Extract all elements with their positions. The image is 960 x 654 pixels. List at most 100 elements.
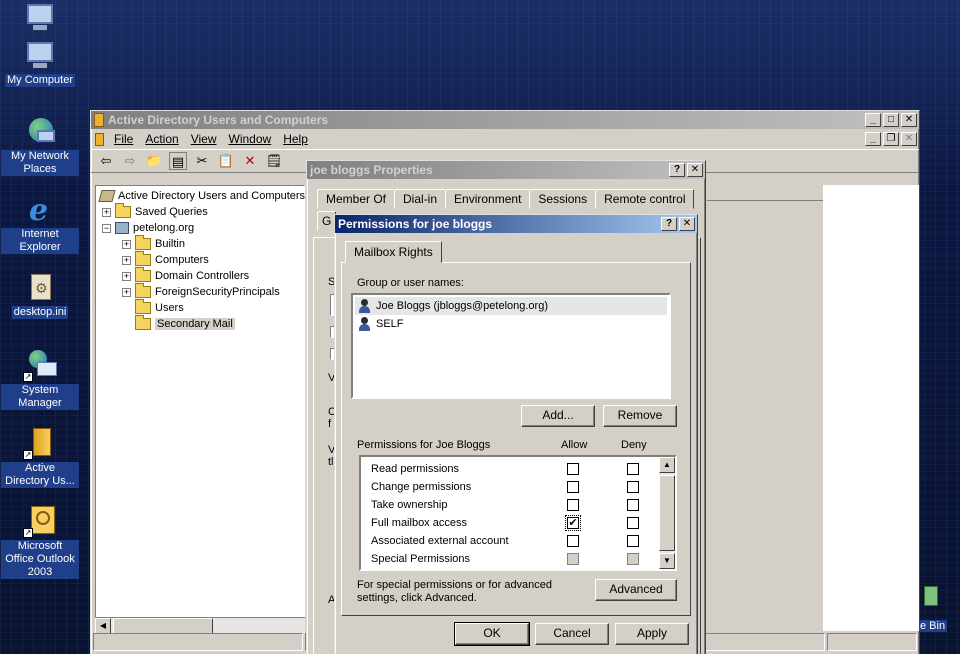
tree-horizontal-scrollbar[interactable]: ◀ [95,617,305,634]
tab-remote-control[interactable]: Remote control [595,189,695,209]
scroll-thumb[interactable] [113,618,213,634]
user-list[interactable]: Joe Bloggs (jbloggs@petelong.org) SELF [351,293,671,399]
desktop-icon-network-places[interactable]: My Network Places [1,116,79,176]
tab-mailbox-rights[interactable]: Mailbox Rights [345,241,442,263]
expand-icon[interactable]: + [102,207,111,217]
properties-icon[interactable]: 🗒 [265,152,283,170]
deny-checkbox[interactable] [627,535,639,547]
permission-row: Take ownership [371,497,661,513]
user-group-icon [358,317,372,331]
menu-help[interactable]: Help [277,132,314,146]
up-folder-icon[interactable]: 📁 [145,152,163,170]
desktop-icon-outlook[interactable]: ↗ Microsoft Office Outlook 2003 [1,506,79,579]
help-button[interactable]: ? [669,163,685,177]
remove-button[interactable]: Remove [603,405,677,427]
list-item-joe-bloggs[interactable]: Joe Bloggs (jbloggs@petelong.org) [355,297,667,315]
scroll-down-arrow-icon[interactable]: ▼ [659,553,675,569]
ou-folder-icon [135,315,151,330]
tree-item-computers[interactable]: + Computers [122,251,209,268]
collapse-icon[interactable]: − [102,223,111,233]
apply-button[interactable]: Apply [615,623,689,645]
result-pane[interactable] [823,185,919,631]
tab-sessions[interactable]: Sessions [529,189,597,209]
help-button[interactable]: ? [661,217,677,231]
deny-checkbox[interactable] [627,517,639,529]
add-button[interactable]: Add... [521,405,595,427]
ad-window-title: Active Directory Users and Computers [108,113,329,127]
show-hide-tree-icon[interactable]: ▤ [169,152,187,170]
permissions-list[interactable]: Read permissions Change permissions Take… [359,455,677,571]
tab-environment[interactable]: Environment [445,189,531,209]
scroll-left-arrow-icon[interactable]: ◀ [95,618,111,634]
allow-checkbox[interactable]: ✔ [565,515,581,531]
expand-icon[interactable]: + [122,239,131,249]
computer-icon [23,40,57,72]
delete-icon[interactable]: ✕ [241,152,259,170]
allow-column-header: Allow [561,439,588,451]
close-button[interactable]: ✕ [679,217,695,231]
child-minimize-button[interactable]: _ [865,132,881,146]
child-restore-button[interactable]: ❐ [883,132,899,146]
props-tabs-second-row: G [317,211,337,231]
paste-icon[interactable]: 📋 [217,152,235,170]
tab-dial-in[interactable]: Dial-in [394,189,447,209]
child-close-button[interactable]: ✕ [901,132,917,146]
menu-view[interactable]: View [185,132,223,146]
desktop-icon-computer-top[interactable] [1,2,79,36]
tree-item-users[interactable]: Users [135,299,184,316]
deny-checkbox[interactable] [627,463,639,475]
expand-icon[interactable]: + [122,271,131,281]
perm-titlebar[interactable]: Permissions for joe bloggs ? ✕ [335,215,697,233]
tree-item-domain-controllers[interactable]: + Domain Controllers [122,267,249,284]
desktop-icon-system-manager[interactable]: ↗ System Manager [1,350,79,410]
tree-item-domain[interactable]: − petelong.org [102,220,194,236]
folder-icon [135,299,151,314]
advanced-button[interactable]: Advanced [595,579,677,601]
allow-checkbox[interactable] [567,481,579,493]
desktop-icon-active-directory[interactable]: ↗ Active Directory Us... [1,428,79,488]
expand-icon[interactable]: + [122,255,131,265]
ad-window-titlebar[interactable]: Active Directory Users and Computers _ □… [91,111,919,129]
cancel-button[interactable]: Cancel [535,623,609,645]
allow-checkbox[interactable] [567,499,579,511]
cut-icon[interactable]: ✂ [193,152,211,170]
deny-checkbox[interactable] [627,481,639,493]
tree-item-foreign-security-principals[interactable]: + ForeignSecurityPrincipals [122,283,280,300]
console-tree[interactable]: Active Directory Users and Computers + S… [95,185,305,631]
back-arrow-icon[interactable]: ⇦ [97,152,115,170]
minimize-button[interactable]: _ [865,113,881,127]
ad-menubar: File Action View Window Help _ ❐ ✕ [91,129,919,149]
ok-button[interactable]: OK [454,622,530,646]
folder-icon [135,235,151,250]
scroll-thumb[interactable] [659,475,675,551]
tree-item-builtin[interactable]: + Builtin [122,235,185,252]
recycle-bin-icon[interactable]: e Bin [918,586,960,636]
tree-root[interactable]: Active Directory Users and Computers [98,188,305,204]
recycle-bin-label: e Bin [918,620,948,632]
menu-file[interactable]: File [108,132,139,146]
maximize-button[interactable]: □ [883,113,899,127]
desktop-icon-desktop-ini[interactable]: ⚙ desktop.ini [1,272,79,319]
deny-checkbox[interactable] [627,499,639,511]
tree-item-saved-queries[interactable]: + Saved Queries [102,203,208,220]
list-item-self[interactable]: SELF [355,315,667,333]
tree-item-secondary-mail[interactable]: Secondary Mail [135,315,235,332]
expand-icon[interactable]: + [122,287,131,297]
allow-checkbox[interactable] [567,535,579,547]
desktop-icon-my-computer[interactable]: My Computer [1,40,79,87]
permissions-dialog[interactable]: Permissions for joe bloggs ? ✕ Mailbox R… [334,214,698,654]
close-button[interactable]: ✕ [687,163,703,177]
shortcut-arrow-icon: ↗ [23,450,33,460]
forward-arrow-icon[interactable]: ⇨ [121,152,139,170]
scroll-up-arrow-icon[interactable]: ▲ [659,457,675,473]
close-button[interactable]: ✕ [901,113,917,127]
active-directory-icon: ↗ [23,428,57,460]
props-titlebar[interactable]: joe bloggs Properties ? ✕ [307,161,705,179]
menu-window[interactable]: Window [223,132,278,146]
menu-action[interactable]: Action [139,132,184,146]
tab-member-of[interactable]: Member Of [317,189,396,209]
allow-checkbox[interactable] [567,463,579,475]
permissions-vertical-scrollbar[interactable]: ▲ ▼ [659,457,675,569]
user-icon [358,299,372,313]
desktop-icon-internet-explorer[interactable]: e Internet Explorer [1,194,79,254]
